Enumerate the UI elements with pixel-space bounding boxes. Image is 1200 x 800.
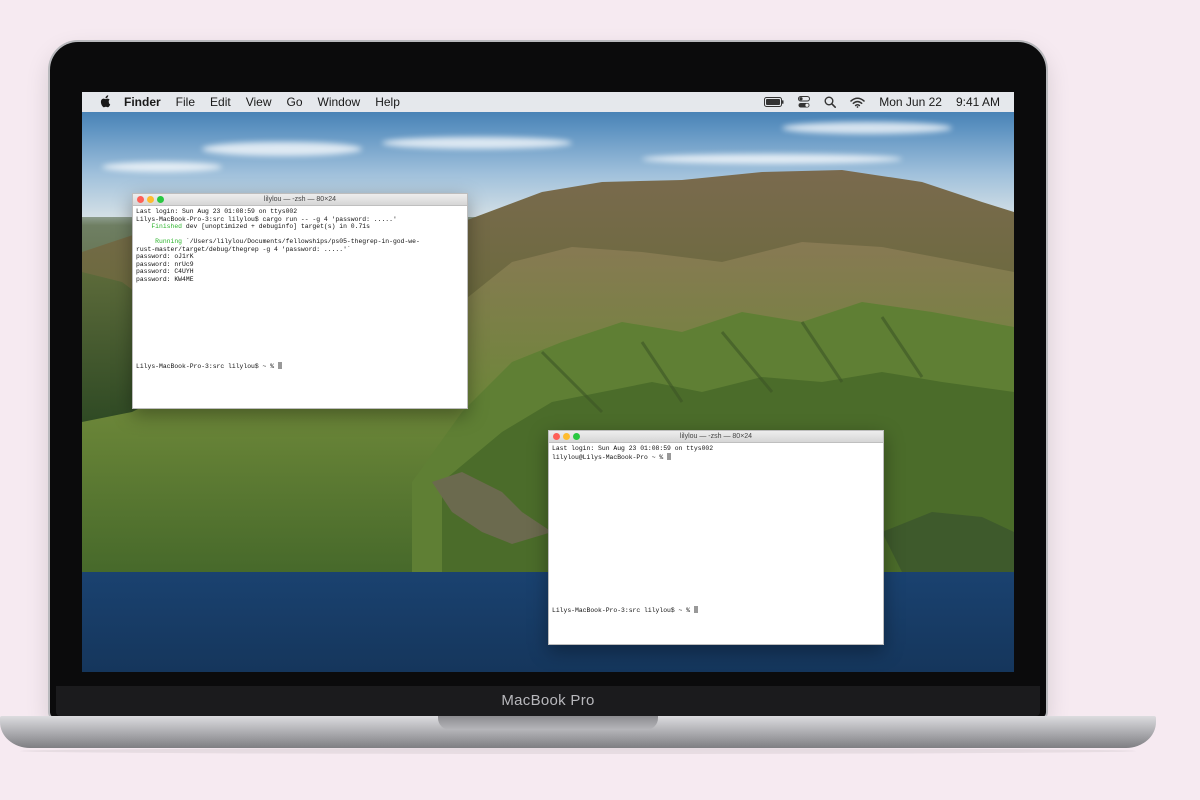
wallpaper-cloud [382, 137, 572, 149]
laptop-notch [438, 716, 658, 730]
device-label: MacBook Pro [501, 692, 595, 709]
terminal-line: Last login: Sun Aug 23 01:08:59 on ttys0… [552, 445, 714, 452]
terminal-output[interactable]: Last login: Sun Aug 23 01:08:59 on ttys0… [133, 206, 467, 285]
battery-icon[interactable] [764, 97, 784, 107]
terminal-prompt[interactable]: Lilys-MacBook-Pro-3:src lilylou$ ~ % [552, 606, 698, 614]
laptop-shadow [20, 748, 1136, 754]
terminal-titlebar[interactable]: lilylou — -zsh — 80×24 [133, 194, 467, 206]
text-cursor [667, 452, 672, 460]
terminal-title: lilylou — -zsh — 80×24 [263, 196, 337, 203]
menu-bar: Finder File Edit View Go Window Help Mon… [82, 92, 1014, 112]
menu-help[interactable]: Help [375, 95, 400, 109]
terminal-line: password: oJ1rK [136, 253, 194, 260]
apple-icon[interactable] [98, 95, 112, 109]
terminal-title: lilylou — -zsh — 80×24 [679, 433, 753, 440]
terminal-output[interactable]: Last login: Sun Aug 23 01:08:59 on ttys0… [549, 443, 883, 463]
terminal-prompt[interactable]: Lilys-MacBook-Pro-3:src lilylou$ ~ % [136, 362, 282, 370]
text-cursor [693, 606, 698, 613]
terminal-window-2[interactable]: lilylou — -zsh — 80×24 Last login: Sun A… [548, 430, 884, 645]
control-center-icon[interactable] [798, 96, 811, 108]
menu-date[interactable]: Mon Jun 22 [879, 95, 942, 109]
laptop-chin: MacBook Pro [56, 686, 1040, 716]
terminal-line: password: KW4ME [136, 275, 194, 283]
terminal-line: Finished dev [unoptimized + debuginfo] t… [136, 223, 370, 230]
terminal-window-1[interactable]: lilylou — -zsh — 80×24 Last login: Sun A… [132, 193, 468, 409]
status-area: Mon Jun 22 9:41 AM [764, 95, 1000, 109]
menu-app-name[interactable]: Finder [124, 95, 161, 109]
terminal-line: password: C4UYH [136, 268, 194, 275]
menu-edit[interactable]: Edit [210, 95, 231, 109]
terminal-line: Running `/Users/lilylou/Documents/fellow… [136, 238, 420, 245]
menu-go[interactable]: Go [287, 95, 303, 109]
menu-window[interactable]: Window [318, 95, 361, 109]
status-running: Running [136, 238, 183, 245]
menu-view[interactable]: View [246, 95, 272, 109]
text-cursor [277, 362, 282, 369]
menu-time[interactable]: 9:41 AM [956, 95, 1000, 109]
terminal-line: Lilys-MacBook-Pro-3:src lilylou$ cargo r… [136, 215, 397, 223]
status-finished: Finished [136, 223, 183, 230]
wifi-icon[interactable] [850, 97, 865, 108]
terminal-line: password: nrUc9 [136, 260, 194, 268]
wallpaper-cloud [782, 122, 952, 134]
menu-file[interactable]: File [176, 95, 195, 109]
search-icon[interactable] [824, 96, 837, 108]
terminal-line: rust-master/target/debug/thegrep -g 4 'p… [136, 245, 351, 253]
terminal-line: Last login: Sun Aug 23 01:08:59 on ttys0… [136, 208, 298, 215]
desktop: Finder File Edit View Go Window Help Mon… [82, 92, 1014, 672]
terminal-titlebar[interactable]: lilylou — -zsh — 80×24 [549, 431, 883, 443]
terminal-line: lilylou@Lilys-MacBook-Pro ~ % [552, 452, 880, 462]
